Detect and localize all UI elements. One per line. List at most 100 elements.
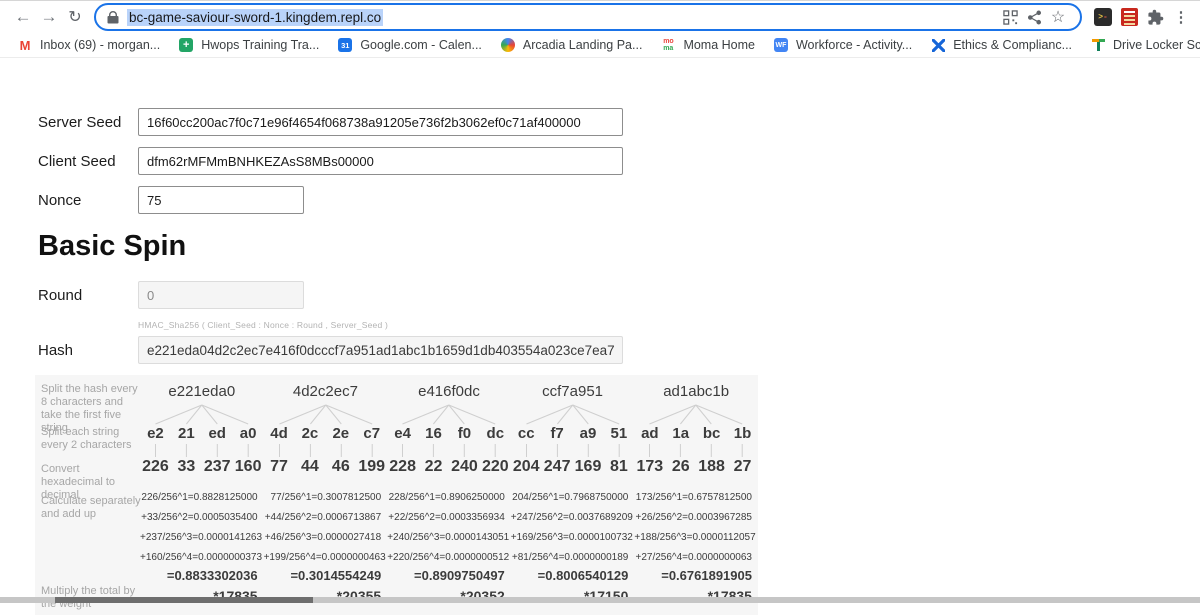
horizontal-scrollbar-thumb[interactable] — [55, 597, 313, 603]
hex-pair: 2c — [294, 425, 325, 443]
bookmark-label: Ethics & Complianc... — [953, 38, 1072, 52]
decimal-value: 237 — [202, 458, 233, 482]
bookmark-item[interactable]: 31Google.com - Calen... — [328, 35, 491, 55]
hex-pair: e4 — [387, 425, 418, 443]
hex-pair: 2e — [325, 425, 356, 443]
decimal-value: 188 — [696, 458, 727, 482]
calc-line: 228/256^1=0.8906250000 — [387, 488, 505, 508]
calc-line: +160/256^4=0.0000000373 — [140, 548, 258, 568]
reload-icon[interactable]: ↻ — [62, 4, 88, 30]
page-title: Basic Spin — [38, 230, 1200, 263]
bookmark-list: MInbox (69) - morgan...+Hwops Training T… — [8, 35, 1200, 55]
fan-lines — [387, 403, 511, 425]
calc-line: 173/256^1=0.6757812500 — [634, 488, 752, 508]
tick-lines — [511, 443, 635, 458]
calc-line: +26/256^2=0.0003967285 — [634, 508, 752, 528]
hex-pair: cc — [511, 425, 542, 443]
fan-lines — [634, 403, 758, 425]
bookmark-item[interactable]: Ethics & Complianc... — [921, 35, 1081, 55]
calc-lines: 226/256^1=0.8828125000+33/256^2=0.000503… — [140, 488, 264, 568]
bookmark-item[interactable]: WFWorkforce - Activity... — [764, 35, 921, 55]
ledger-extension-icon[interactable] — [1116, 4, 1142, 30]
bookmark-item[interactable]: momaMoma Home — [651, 35, 764, 55]
decimal-value: 26 — [665, 458, 696, 482]
decimal-value: 240 — [449, 458, 480, 482]
decimal-value: 44 — [294, 458, 325, 482]
hex-pair: ad — [634, 425, 665, 443]
tick-lines — [387, 443, 511, 458]
hex-pair-group: e221eda0 — [140, 425, 264, 443]
hex-pair: f7 — [542, 425, 573, 443]
calc-lines: 228/256^1=0.8906250000+22/256^2=0.000335… — [387, 488, 511, 568]
forward-icon[interactable]: → — [36, 4, 62, 30]
menu-kebab-icon[interactable]: ⋮ — [1168, 4, 1194, 30]
hash-label: Hash — [35, 342, 138, 359]
hex-pair: 1b — [727, 425, 758, 443]
hex-pair: a9 — [573, 425, 604, 443]
decimal-value: 199 — [356, 458, 387, 482]
decimal-value: 247 — [542, 458, 573, 482]
tick-lines — [264, 443, 388, 458]
bookmark-item[interactable]: Arcadia Landing Pa... — [491, 35, 652, 55]
hex-pair: bc — [696, 425, 727, 443]
decimal-value: 27 — [727, 458, 758, 482]
hash-segment: ccf7a951 — [511, 383, 635, 403]
address-bar[interactable]: bc-game-saviour-sword-1.kingdem.repl.co … — [94, 3, 1082, 31]
client-seed-input[interactable] — [138, 147, 623, 175]
hash-segments-row: e221eda04d2c2ec7e416f0dcccf7a951ad1abc1b — [140, 383, 758, 403]
bookmark-item[interactable]: +Hwops Training Tra... — [169, 35, 328, 55]
decimal-group: 774446199 — [264, 458, 388, 482]
back-icon[interactable]: ← — [10, 4, 36, 30]
server-seed-label: Server Seed — [35, 114, 138, 131]
url-text[interactable]: bc-game-saviour-sword-1.kingdem.repl.co — [127, 9, 383, 26]
sum-value: =0.8909750497 — [387, 568, 511, 588]
hex-pair-group: ccf7a951 — [511, 425, 635, 443]
gmail-favicon-icon: M — [17, 37, 33, 53]
lock-icon[interactable] — [106, 5, 120, 29]
fan-lines — [511, 403, 635, 425]
decimal-values-row: 2263323716077444619922822240220204247169… — [140, 458, 758, 482]
qr-code-icon[interactable] — [998, 5, 1022, 29]
bookmark-item[interactable]: MInbox (69) - morgan... — [8, 35, 169, 55]
decimal-group: 22633237160 — [140, 458, 264, 482]
calc-line: +188/256^3=0.0000112057 — [634, 528, 752, 548]
hex-pair: 4d — [264, 425, 295, 443]
calc-line: 226/256^1=0.8828125000 — [140, 488, 258, 508]
horizontal-scrollbar[interactable] — [0, 597, 1200, 603]
calc-lines: 173/256^1=0.6757812500+26/256^2=0.000396… — [634, 488, 758, 568]
hex-pair: a0 — [233, 425, 264, 443]
diagram-columns: e221eda04d2c2ec7e416f0dcccf7a951ad1abc1b… — [140, 375, 758, 608]
workforce-favicon-icon: WF — [773, 37, 789, 53]
nonce-input[interactable] — [138, 186, 304, 214]
bookmark-star-icon[interactable]: ☆ — [1046, 5, 1070, 29]
hex-pair: c7 — [356, 425, 387, 443]
server-seed-input[interactable] — [138, 108, 623, 136]
hex-pair: ed — [202, 425, 233, 443]
hex-pair: e2 — [140, 425, 171, 443]
bookmark-label: Arcadia Landing Pa... — [523, 38, 643, 52]
hex-pair: 21 — [171, 425, 202, 443]
server-seed-row: Server Seed — [35, 108, 1200, 136]
calc-line: +27/256^4=0.0000000063 — [634, 548, 752, 568]
extensions-puzzle-icon[interactable] — [1142, 4, 1168, 30]
hex-pair: 1a — [665, 425, 696, 443]
decimal-value: 77 — [264, 458, 295, 482]
decimal-value: 81 — [603, 458, 634, 482]
calc-lines: 204/256^1=0.7968750000+247/256^2=0.00376… — [511, 488, 635, 568]
bookmark-item[interactable]: Drive Locker Scan — [1081, 35, 1200, 55]
tick-lines-row — [140, 443, 758, 458]
arcadia-favicon-icon — [500, 37, 516, 53]
share-icon[interactable] — [1022, 5, 1046, 29]
decimal-group: 22822240220 — [387, 458, 511, 482]
calc-lines-row: 226/256^1=0.8828125000+33/256^2=0.000503… — [140, 488, 758, 568]
hash-input — [138, 336, 623, 364]
sheets-favicon-icon: + — [178, 37, 194, 53]
terminal-extension-icon[interactable]: >- — [1090, 4, 1116, 30]
moma-favicon-icon: moma — [660, 37, 676, 53]
hex-pair-group: ad1abc1b — [634, 425, 758, 443]
decimal-value: 204 — [511, 458, 542, 482]
decimal-value: 169 — [573, 458, 604, 482]
sum-value: =0.8006540129 — [511, 568, 635, 588]
calendar-favicon-icon: 31 — [337, 37, 353, 53]
browser-toolbar: ← → ↻ bc-game-saviour-sword-1.kingdem.re… — [0, 0, 1200, 33]
